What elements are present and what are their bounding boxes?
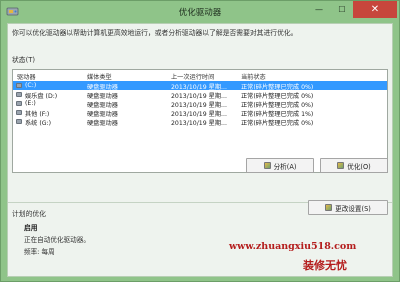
maximize-button[interactable]: ☐: [331, 1, 353, 18]
analyze-button-label: 分析(A): [273, 162, 297, 171]
drive-name: 系统 (G:): [25, 120, 52, 127]
settings-shield-icon: [325, 204, 333, 211]
column-header-drive[interactable]: 驱动器: [17, 72, 36, 81]
table-row[interactable]: 其他 (F:) 硬盘驱动器 2013/10/19 星期... 正常(碎片整理已完…: [13, 108, 387, 118]
media-type: 硬盘驱动器: [87, 120, 118, 127]
schedule-frequency: 频率: 每周: [24, 248, 55, 256]
content-panel: 你可以优化驱动器以帮助计算机更高效地运行，或者分析驱动器以了解是否需要对其进行优…: [7, 23, 393, 277]
watermark-url: www.zhuangxiu518.com: [229, 241, 357, 252]
title-bar[interactable]: 优化驱动器 — ☐ ✕: [1, 1, 399, 23]
column-header-last-run[interactable]: 上一次运行时间: [171, 72, 214, 81]
minimize-button[interactable]: —: [307, 1, 331, 18]
description-text: 你可以优化驱动器以帮助计算机更高效地运行，或者分析驱动器以了解是否需要对其进行优…: [12, 29, 298, 37]
optimize-button-label: 优化(O): [347, 162, 371, 171]
analyze-button[interactable]: 分析(A): [246, 158, 314, 173]
close-button[interactable]: ✕: [353, 1, 397, 18]
last-run: 2013/10/19 星期...: [171, 120, 227, 127]
optimize-shield-icon: [337, 162, 345, 169]
optimize-button[interactable]: 优化(O): [320, 158, 388, 173]
schedule-status: 启用: [24, 224, 38, 232]
scheduled-optimization-label: 计划的优化: [12, 210, 46, 218]
change-settings-button-label: 更改设置(S): [335, 204, 371, 213]
status-label: 状态(T): [12, 56, 36, 64]
table-row[interactable]: (E:) 硬盘驱动器 2013/10/19 星期... 正常(碎片整理已完成 0…: [13, 99, 387, 109]
drive-status: 正常(碎片整理已完成 0%): [241, 120, 314, 127]
column-header-media-type[interactable]: 媒体类型: [87, 72, 112, 81]
table-header: 驱动器 媒体类型 上一次运行时间 当前状态: [13, 70, 387, 81]
optimize-drives-window: 优化驱动器 — ☐ ✕ 你可以优化驱动器以帮助计算机更高效地运行，或者分析驱动器…: [0, 0, 400, 282]
table-row[interactable]: (C:) 硬盘驱动器 2013/10/19 星期... 正常(碎片整理已完成 0…: [13, 81, 387, 91]
table-row[interactable]: 娱乐盘 (D:) 硬盘驱动器 2013/10/19 星期... 正常(碎片整理已…: [13, 90, 387, 100]
schedule-description: 正在自动优化驱动器。: [24, 236, 90, 244]
table-row[interactable]: 系统 (G:) 硬盘驱动器 2013/10/19 星期... 正常(碎片整理已完…: [13, 117, 387, 127]
watermark-name: 装修无忧: [303, 259, 347, 272]
drive-name: (E:): [25, 100, 36, 107]
analyze-shield-icon: [263, 162, 271, 169]
change-settings-button[interactable]: 更改设置(S): [308, 200, 388, 215]
drive-name: (C:): [25, 82, 37, 89]
column-header-status[interactable]: 当前状态: [241, 72, 266, 81]
